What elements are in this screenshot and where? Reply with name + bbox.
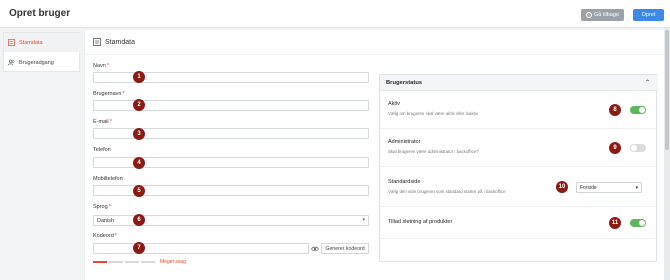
sidebar-item-label: Stamdata xyxy=(19,39,43,46)
scrollbar[interactable] xyxy=(664,28,670,280)
strength-label: Meget svag xyxy=(160,259,186,265)
users-icon xyxy=(8,59,15,66)
generate-password-button[interactable]: Generer kodeord xyxy=(321,243,369,254)
strength-segment xyxy=(141,261,155,263)
toggle-knob xyxy=(631,145,637,151)
callout-marker: 10 xyxy=(556,181,568,193)
toggle-knob xyxy=(639,220,645,226)
sprog-selected-value: Danish xyxy=(97,217,115,224)
top-bar: Opret bruger ‹ Gå tilbage Opret xyxy=(0,0,670,28)
standardside-row: Standardside Vælg den side brugeren som … xyxy=(380,167,658,207)
administrator-desc: Skal brugeren være administrator i backo… xyxy=(388,149,479,154)
callout-marker: 9 xyxy=(609,142,621,154)
kodeord-label: Kodeord* xyxy=(93,233,117,239)
create-button[interactable]: Opret xyxy=(633,9,664,21)
chevron-up-icon: ⌃ xyxy=(644,80,650,86)
callout-marker: 7 xyxy=(133,242,145,254)
chevron-down-icon: ▾ xyxy=(635,185,638,191)
back-button-label: Gå tilbage xyxy=(593,12,620,18)
aktiv-desc: Vælg om brugeren skal være aktiv eller i… xyxy=(388,111,479,116)
back-arrow-icon: ‹ xyxy=(585,12,592,18)
navn-label: Navn* xyxy=(93,63,109,69)
chevron-down-icon: ▾ xyxy=(362,217,365,223)
callout-marker: 6 xyxy=(133,214,145,226)
sidebar: Stamdata Brugeradgang xyxy=(3,32,81,72)
section-header: Stamdata xyxy=(93,38,135,46)
standardside-title: Standardside xyxy=(388,179,421,185)
strength-segment xyxy=(125,261,139,263)
mobiltelefon-label: Mobiltelefon xyxy=(93,176,123,182)
password-strength-meter: Meget svag xyxy=(93,259,186,265)
aktiv-title: Aktiv xyxy=(388,101,400,107)
sprog-label: Sprog* xyxy=(93,204,111,210)
aktiv-row: Aktiv Vælg om brugeren skal være aktiv e… xyxy=(380,91,658,129)
telefon-label: Telefon xyxy=(93,147,111,153)
back-button[interactable]: ‹ Gå tilbage xyxy=(581,9,624,21)
main-content: Stamdata Navn* 1 Brugernavn* 2 E-mail* 3… xyxy=(84,30,665,280)
callout-marker: 3 xyxy=(133,128,145,140)
callout-marker: 11 xyxy=(609,217,621,229)
administrator-title: Administrator xyxy=(388,139,421,145)
page-title: Opret bruger xyxy=(9,8,71,19)
tillad-sletning-title: Tillad sletning af produkter xyxy=(388,219,453,225)
callout-marker: 8 xyxy=(609,104,621,116)
panel-title: Brugerstatus xyxy=(386,79,423,86)
email-label: E-mail* xyxy=(93,119,112,125)
tillad-sletning-row: Tillad sletning af produkter 11 xyxy=(380,207,658,239)
aktiv-toggle[interactable] xyxy=(630,106,646,114)
strength-segment xyxy=(93,261,107,263)
list-icon xyxy=(8,39,15,46)
panel-header[interactable]: Brugerstatus ⌃ xyxy=(380,75,658,91)
list-icon xyxy=(93,38,101,46)
callout-marker: 2 xyxy=(133,99,145,111)
callout-marker: 1 xyxy=(133,71,145,83)
scrollbar-thumb[interactable] xyxy=(665,30,669,150)
sidebar-item-brugeradgang[interactable]: Brugeradgang xyxy=(4,53,81,72)
administrator-row: Administrator Skal brugeren være adminis… xyxy=(380,129,658,167)
brugernavn-label: Brugernavn* xyxy=(93,91,125,97)
eye-icon[interactable] xyxy=(309,243,320,254)
toggle-knob xyxy=(639,107,645,113)
status-panel: Brugerstatus ⌃ Aktiv Vælg om brugeren sk… xyxy=(379,74,658,262)
kodeord-input[interactable] xyxy=(93,243,309,254)
section-title: Stamdata xyxy=(105,38,135,46)
standardside-select[interactable]: Forside ▾ xyxy=(576,182,642,193)
sidebar-item-label: Brugeradgang xyxy=(19,59,54,66)
callout-marker: 5 xyxy=(133,185,145,197)
divider xyxy=(85,54,665,55)
administrator-toggle[interactable] xyxy=(630,144,646,152)
standardside-desc: Vælg den side brugeren som standard star… xyxy=(388,189,506,194)
callout-marker: 4 xyxy=(133,157,145,169)
tillad-sletning-toggle[interactable] xyxy=(630,219,646,227)
standardside-selected-value: Forside xyxy=(580,184,597,191)
strength-segment xyxy=(109,261,123,263)
sidebar-item-stamdata[interactable]: Stamdata xyxy=(4,33,81,52)
